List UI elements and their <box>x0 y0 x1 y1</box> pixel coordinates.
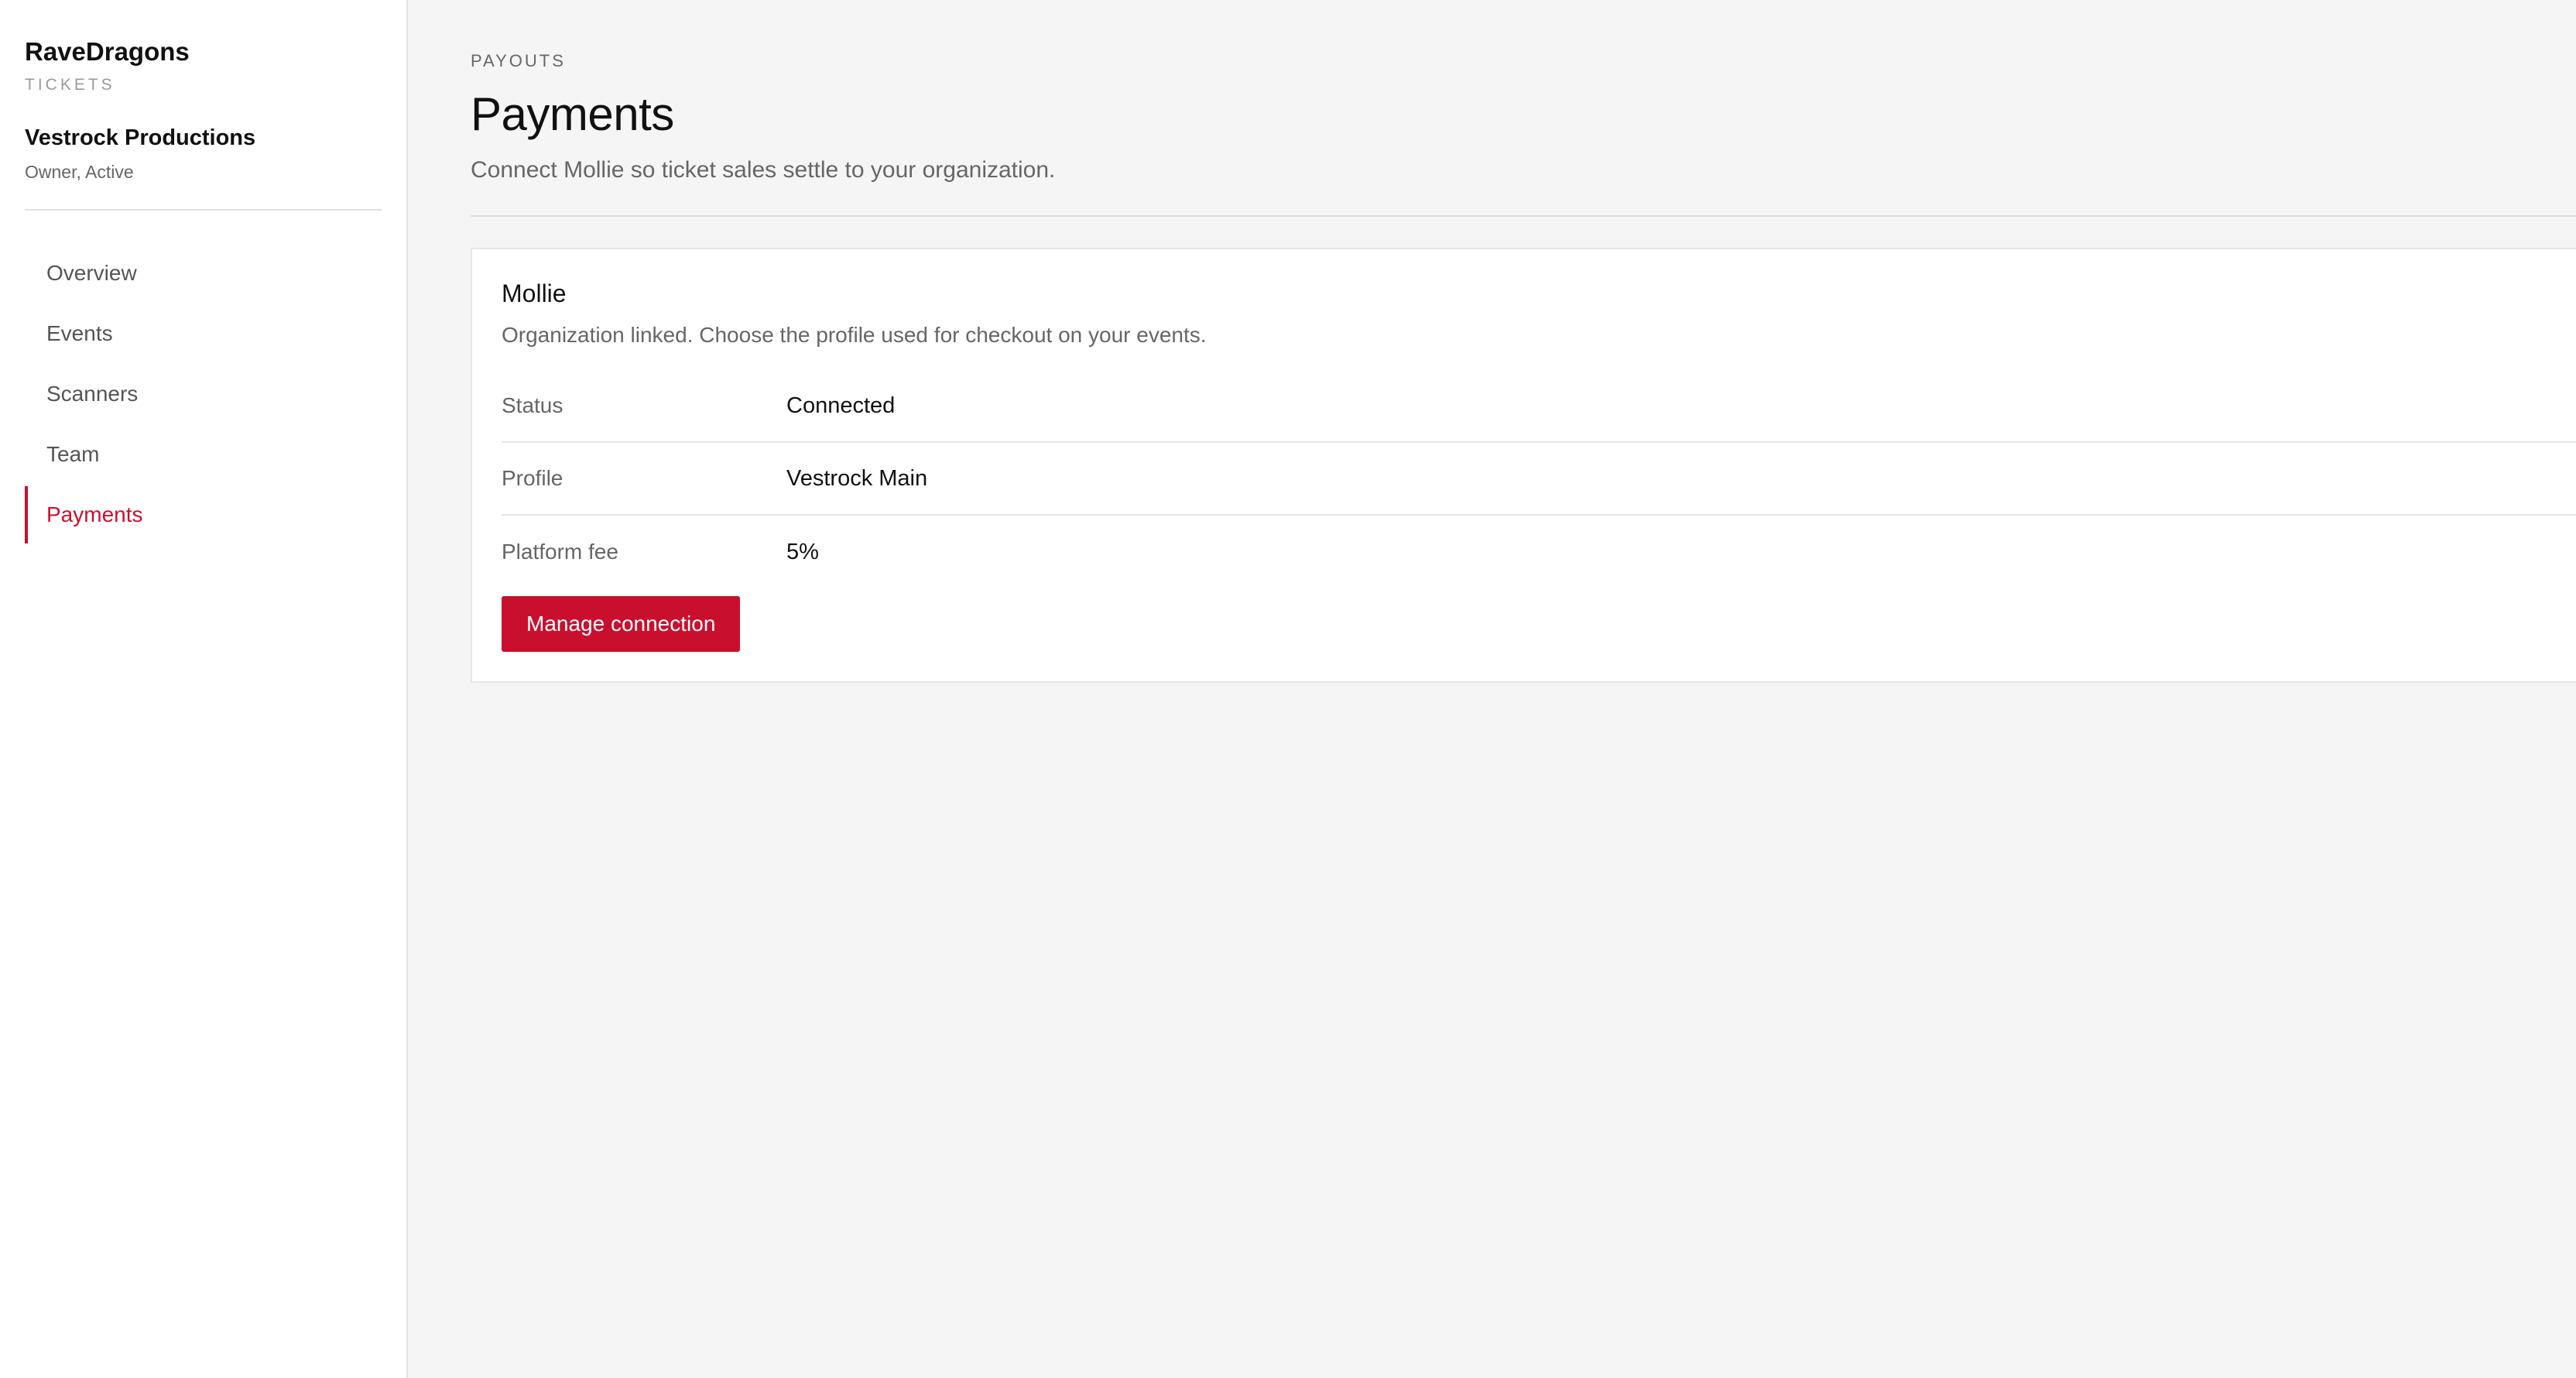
connection-details: Status Connected Profile Vestrock Main P… <box>502 370 2576 588</box>
mollie-card: Mollie Organization linked. Choose the p… <box>471 248 2576 683</box>
sidebar-divider <box>25 209 382 211</box>
status-value: Connected <box>786 392 896 418</box>
page-title: Payments <box>471 88 674 140</box>
sidebar-nav: Overview Events Scanners Team Payments <box>25 245 382 547</box>
organization-role: Owner, Active <box>25 162 134 182</box>
profile-row: Profile Vestrock Main <box>502 443 2576 516</box>
manage-connection-button[interactable]: Manage connection <box>502 596 741 652</box>
organization-name: Vestrock Productions <box>25 125 256 150</box>
sidebar-item-scanners[interactable]: Scanners <box>25 365 382 423</box>
profile-label: Profile <box>502 466 564 490</box>
profile-value: Vestrock Main <box>786 465 928 491</box>
page-eyebrow: PAYOUTS <box>471 51 566 70</box>
app-root: RaveDragons TICKETS Vestrock Productions… <box>0 0 2576 1378</box>
brand-name: RaveDragons <box>25 37 190 66</box>
platform-fee-value: 5% <box>786 539 819 564</box>
sidebar-item-team[interactable]: Team <box>25 426 382 483</box>
status-label: Status <box>502 393 564 417</box>
platform-fee-row: Platform fee 5% <box>502 516 2576 588</box>
page-description: Connect Mollie so ticket sales settle to… <box>471 157 1056 183</box>
brand-subtitle: TICKETS <box>25 76 115 94</box>
main-divider <box>471 215 2576 217</box>
card-description: Organization linked. Choose the profile … <box>502 323 1207 347</box>
main-content: PAYOUTS Payments Connect Mollie so ticke… <box>408 0 2576 1378</box>
status-row: Status Connected <box>502 370 2576 443</box>
card-title: Mollie <box>502 279 567 307</box>
sidebar-item-overview[interactable]: Overview <box>25 245 382 302</box>
sidebar: RaveDragons TICKETS Vestrock Productions… <box>0 0 408 1378</box>
platform-fee-label: Platform fee <box>502 540 618 564</box>
sidebar-item-events[interactable]: Events <box>25 305 382 362</box>
sidebar-item-payments[interactable]: Payments <box>25 486 382 543</box>
